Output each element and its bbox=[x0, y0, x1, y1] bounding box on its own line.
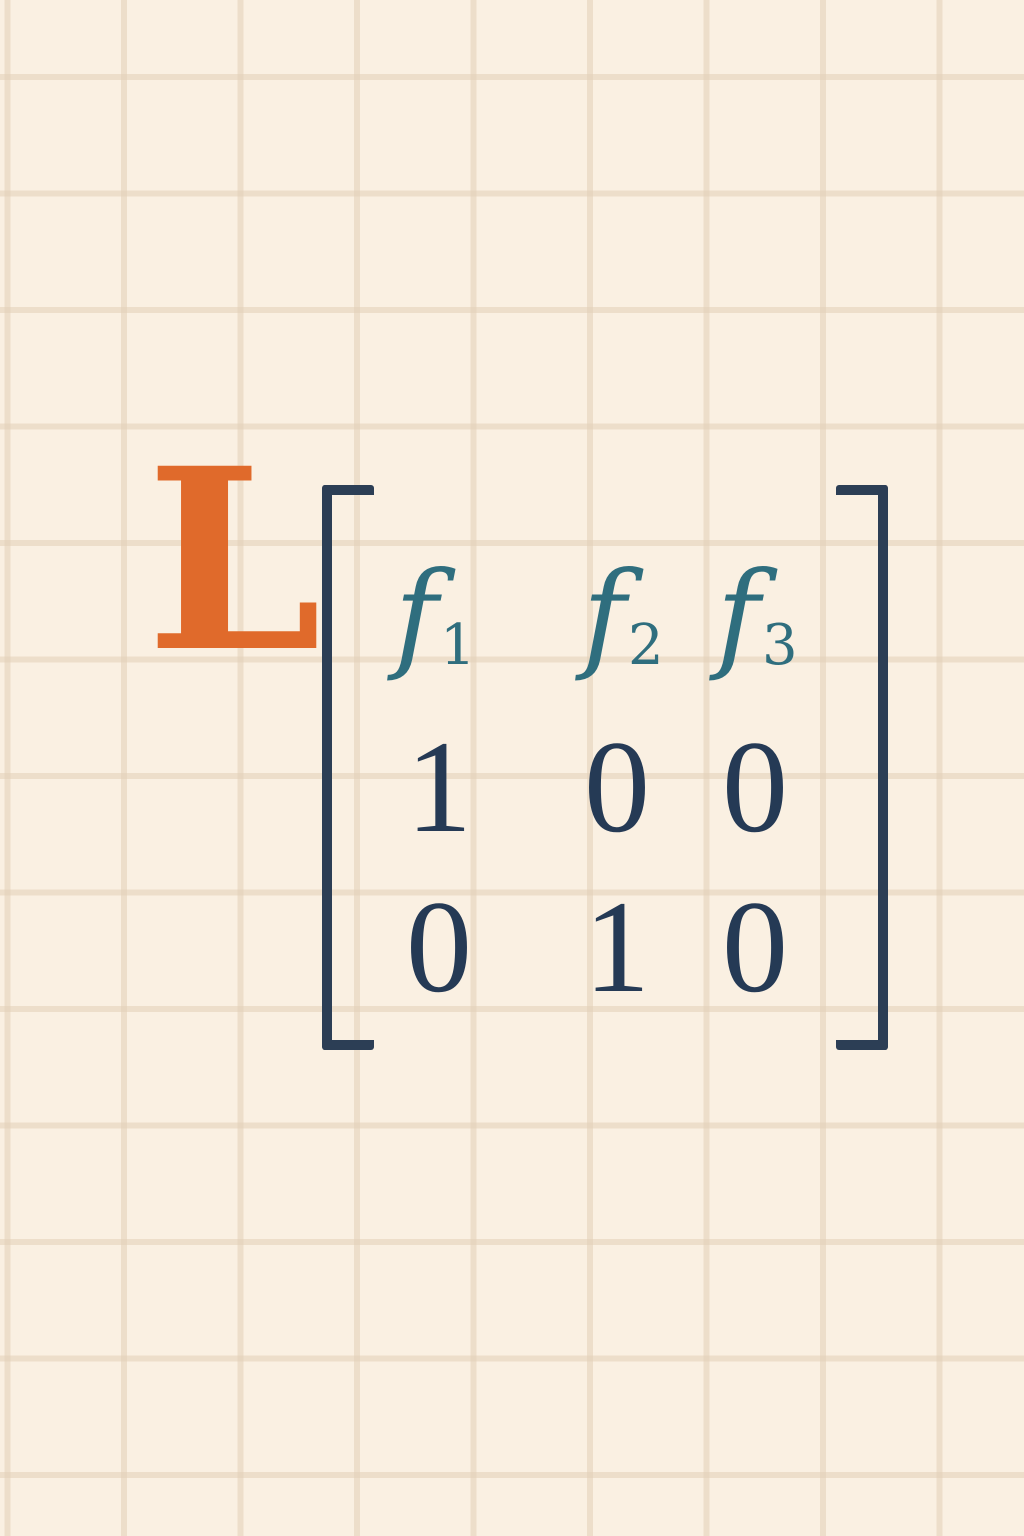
matrix-entry-r1-c3: 0 bbox=[722, 713, 788, 860]
header-subscript: 3 bbox=[762, 613, 798, 678]
header-subscript: 2 bbox=[628, 613, 664, 678]
operator-label: L bbox=[146, 413, 322, 707]
matrix-entry-r2-c1: 0 bbox=[406, 873, 472, 1020]
matrix-entry-r2-c2: 1 bbox=[584, 873, 650, 1020]
matrix-header-2: f2 bbox=[568, 540, 678, 690]
header-subscript: 1 bbox=[440, 613, 476, 678]
header-symbol: f bbox=[394, 546, 439, 684]
left-bracket bbox=[322, 485, 374, 1050]
header-symbol: f bbox=[582, 546, 627, 684]
diagram-canvas: L f1 f2 f3 1 0 0 0 1 0 bbox=[0, 0, 1024, 1536]
matrix-entry-r1-c1: 1 bbox=[406, 713, 472, 860]
matrix-entry-r2-c3: 0 bbox=[722, 873, 788, 1020]
matrix-entry-r1-c2: 0 bbox=[584, 713, 650, 860]
matrix-header-3: f3 bbox=[702, 540, 812, 690]
header-symbol: f bbox=[716, 546, 761, 684]
matrix-header-1: f1 bbox=[380, 540, 490, 690]
right-bracket bbox=[836, 485, 888, 1050]
